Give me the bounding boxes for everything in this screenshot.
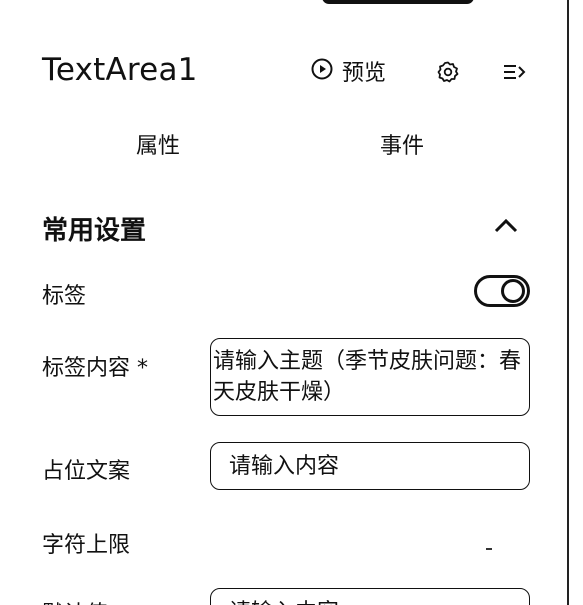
component-title: TextArea1: [42, 52, 198, 88]
section-title-common-settings: 常用设置: [42, 216, 147, 246]
top-handle: [322, 0, 474, 4]
play-circle-icon: [310, 57, 334, 85]
settings-button[interactable]: [434, 60, 462, 88]
placeholder-text-label: 占位文案: [42, 459, 131, 484]
tag-content-input[interactable]: 请输入主题（季节皮肤问题：春天皮肤干燥）: [210, 338, 530, 416]
toggle-knob: [501, 279, 525, 303]
section-collapse-button[interactable]: [492, 214, 520, 238]
panel-border: [567, 0, 569, 605]
tag-label: 标签: [42, 284, 87, 309]
tag-content-label: 标签内容 *: [42, 356, 148, 381]
max-length-label: 字符上限: [42, 533, 131, 558]
tag-toggle[interactable]: [474, 275, 530, 307]
preview-button[interactable]: 预览: [310, 56, 386, 86]
placeholder-text-input[interactable]: 请输入内容: [210, 442, 530, 490]
tab-events[interactable]: 事件: [380, 128, 424, 160]
chevron-up-icon: [492, 218, 520, 242]
tab-properties[interactable]: 属性: [136, 128, 180, 160]
preview-label: 预览: [342, 61, 387, 86]
default-value-input[interactable]: 请输入内容: [210, 588, 530, 605]
max-length-control[interactable]: [486, 548, 492, 550]
collapse-panel-icon: [501, 60, 527, 88]
gear-icon: [436, 60, 460, 88]
default-value-label: 默认值: [42, 596, 108, 605]
collapse-panel-button[interactable]: [500, 60, 528, 88]
